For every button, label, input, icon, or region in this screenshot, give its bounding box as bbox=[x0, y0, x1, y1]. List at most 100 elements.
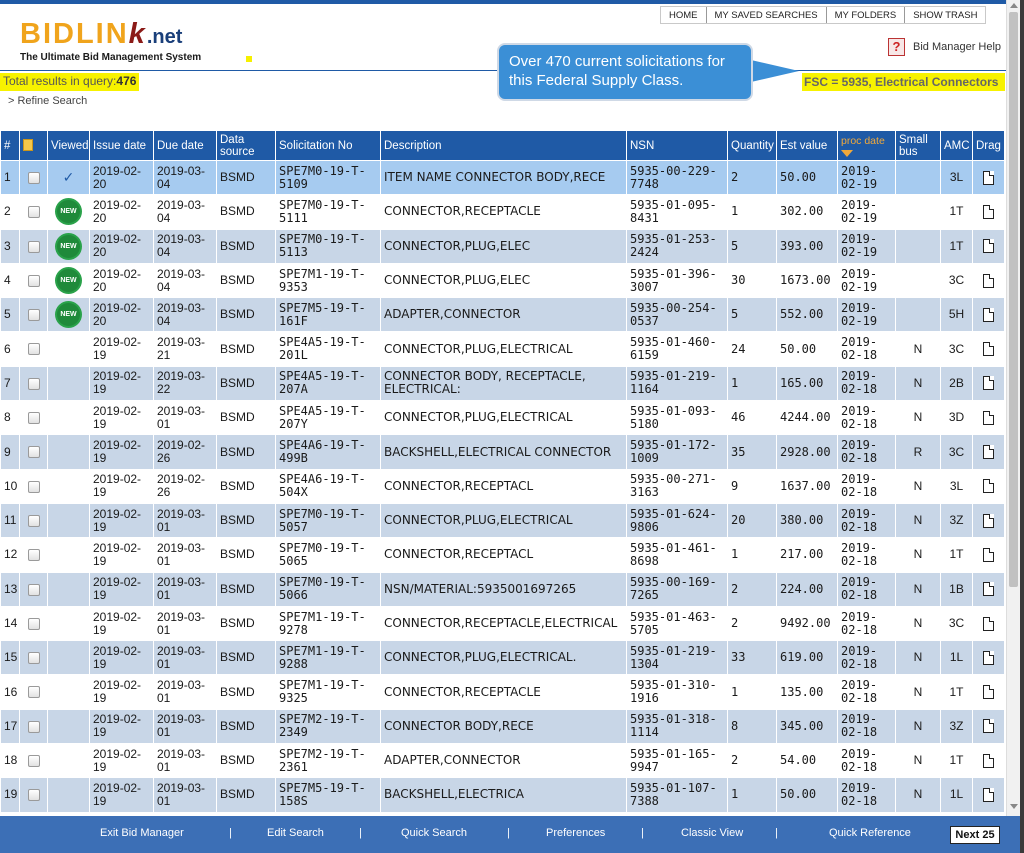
row-solicitation-no[interactable]: SPE7M1-19-T-9325 bbox=[275, 674, 381, 710]
row-checkbox[interactable] bbox=[27, 617, 40, 630]
row-checkbox[interactable] bbox=[27, 446, 40, 459]
drag-document-icon[interactable] bbox=[983, 685, 994, 700]
row-checkbox[interactable] bbox=[27, 343, 40, 356]
row-checkbox[interactable] bbox=[27, 720, 40, 733]
drag-document-icon[interactable] bbox=[983, 753, 994, 768]
drag-document-icon[interactable] bbox=[983, 582, 994, 597]
row-solicitation-no[interactable]: SPE4A6-19-T-499B bbox=[275, 434, 381, 470]
footer-preferences[interactable]: Preferences bbox=[546, 827, 605, 839]
nav-my-folders[interactable]: MY FOLDERS bbox=[827, 7, 906, 23]
row-checkbox[interactable] bbox=[27, 789, 40, 802]
row-solicitation-no[interactable]: SPE7M0-19-T-5066 bbox=[275, 571, 381, 607]
drag-document-icon[interactable] bbox=[983, 170, 994, 185]
row-solicitation-no[interactable]: SPE7M1-19-T-9353 bbox=[275, 262, 381, 299]
drag-document-icon[interactable] bbox=[983, 204, 994, 219]
row-checkbox[interactable] bbox=[27, 652, 40, 665]
row-checkbox[interactable] bbox=[27, 583, 40, 596]
row-checkbox[interactable] bbox=[27, 274, 40, 287]
row-solicitation-no[interactable]: SPE7M0-19-T-5109 bbox=[275, 159, 381, 196]
drag-document-icon[interactable] bbox=[983, 376, 994, 391]
row-checkbox[interactable] bbox=[27, 412, 40, 425]
drag-document-icon[interactable] bbox=[983, 719, 994, 734]
row-checkbox[interactable] bbox=[27, 377, 40, 390]
row-solicitation-no[interactable]: SPE4A5-19-T-207A bbox=[275, 365, 381, 402]
scroll-down-arrow-icon[interactable] bbox=[1010, 804, 1018, 809]
row-solicitation-no[interactable]: SPE7M5-19-T-161F bbox=[275, 297, 381, 333]
row-solicitation-no[interactable]: SPE7M1-19-T-9288 bbox=[275, 640, 381, 676]
drag-document-icon[interactable] bbox=[983, 650, 994, 665]
drag-document-icon[interactable] bbox=[983, 513, 994, 528]
table-row[interactable]: 16 2019-02-19 2019-03-01 BSMD SPE7M1-19-T-93… bbox=[0, 674, 1004, 710]
col-due-date[interactable]: Due date bbox=[153, 130, 217, 161]
col-nsn[interactable]: NSN bbox=[626, 130, 728, 161]
col-description[interactable]: Description bbox=[380, 130, 627, 161]
table-row[interactable]: 7 2019-02-19 2019-03-22 BSMD SPE4A5-19-T-207… bbox=[0, 365, 1004, 402]
drag-document-icon[interactable] bbox=[983, 547, 994, 562]
row-solicitation-no[interactable]: SPE4A6-19-T-504X bbox=[275, 468, 381, 504]
row-checkbox[interactable] bbox=[27, 171, 40, 184]
vertical-scrollbar[interactable] bbox=[1006, 0, 1020, 816]
help-link[interactable]: Bid Manager Help bbox=[913, 41, 1001, 53]
row-solicitation-no[interactable]: SPE7M0-19-T-5065 bbox=[275, 537, 381, 573]
footer-exit-bid-manager[interactable]: Exit Bid Manager bbox=[100, 827, 184, 839]
help-question-icon[interactable]: ? bbox=[888, 38, 905, 56]
row-solicitation-no[interactable]: SPE7M5-19-T-158S bbox=[275, 777, 381, 813]
table-row[interactable]: 11 2019-02-19 2019-03-01 BSMD SPE7M0-19-T-50… bbox=[0, 502, 1004, 539]
footer-quick-search[interactable]: Quick Search bbox=[401, 827, 467, 839]
col-proc-date[interactable]: proc date bbox=[837, 130, 896, 161]
table-row[interactable]: 15 2019-02-19 2019-03-01 BSMD SPE7M1-19-T-92… bbox=[0, 640, 1004, 676]
row-checkbox[interactable] bbox=[27, 206, 40, 219]
row-solicitation-no[interactable]: SPE7M1-19-T-9278 bbox=[275, 605, 381, 642]
table-row[interactable]: 6 2019-02-19 2019-03-21 BSMD SPE4A5-19-T-201… bbox=[0, 331, 1004, 367]
row-checkbox[interactable] bbox=[27, 686, 40, 699]
col-issue-date[interactable]: Issue date bbox=[89, 130, 154, 161]
drag-document-icon[interactable] bbox=[983, 787, 994, 802]
row-solicitation-no[interactable]: SPE7M0-19-T-5113 bbox=[275, 228, 381, 264]
footer-classic-view[interactable]: Classic View bbox=[681, 827, 743, 839]
table-row[interactable]: 19 2019-02-19 2019-03-01 BSMD SPE7M5-19-T-15… bbox=[0, 777, 1004, 813]
row-checkbox[interactable] bbox=[27, 309, 40, 322]
table-row[interactable]: 4 NEW 2019-02-20 2019-03-04 BSMD SPE7M1-19-T-… bbox=[0, 262, 1004, 299]
table-row[interactable]: 2 NEW 2019-02-20 2019-03-04 BSMD SPE7M0-19-T-… bbox=[0, 194, 1004, 230]
drag-document-icon[interactable] bbox=[983, 445, 994, 460]
drag-document-icon[interactable] bbox=[983, 616, 994, 631]
next-25-button[interactable]: Next 25 bbox=[950, 826, 1000, 844]
refine-search-link[interactable]: > Refine Search bbox=[8, 95, 87, 107]
footer-quick-reference[interactable]: Quick Reference bbox=[829, 827, 911, 839]
row-checkbox[interactable] bbox=[27, 514, 40, 527]
nav-home[interactable]: HOME bbox=[661, 7, 707, 23]
drag-document-icon[interactable] bbox=[983, 410, 994, 425]
bidlink-logo[interactable]: BIDLINk.net The Ultimate Bid Management … bbox=[20, 20, 201, 64]
footer-edit-search[interactable]: Edit Search bbox=[267, 827, 324, 839]
drag-document-icon[interactable] bbox=[983, 307, 994, 322]
table-row[interactable]: 3 NEW 2019-02-20 2019-03-04 BSMD SPE7M0-19-T-… bbox=[0, 228, 1004, 264]
nav-my-saved-searches[interactable]: MY SAVED SEARCHES bbox=[707, 7, 827, 23]
drag-document-icon[interactable] bbox=[983, 273, 994, 288]
row-solicitation-no[interactable]: SPE4A5-19-T-201L bbox=[275, 331, 381, 367]
col-small-bus[interactable]: Small bus bbox=[895, 130, 941, 161]
nav-show-trash[interactable]: SHOW TRASH bbox=[905, 7, 985, 23]
scroll-thumb[interactable] bbox=[1009, 12, 1018, 587]
table-row[interactable]: 17 2019-02-19 2019-03-01 BSMD SPE7M2-19-T-23… bbox=[0, 708, 1004, 745]
table-row[interactable]: 5 NEW 2019-02-20 2019-03-04 BSMD SPE7M5-19-T-… bbox=[0, 297, 1004, 333]
row-checkbox[interactable] bbox=[27, 755, 40, 768]
table-row[interactable]: 18 2019-02-19 2019-03-01 BSMD SPE7M2-19-T-23… bbox=[0, 743, 1004, 779]
col-number[interactable]: # bbox=[0, 130, 20, 161]
table-row[interactable]: 1 ✓ 2019-02-20 2019-03-04 BSMD SPE7M0-19-T-51… bbox=[0, 159, 1004, 196]
row-solicitation-no[interactable]: SPE7M0-19-T-5057 bbox=[275, 502, 381, 539]
row-checkbox[interactable] bbox=[27, 480, 40, 493]
table-row[interactable]: 8 2019-02-19 2019-03-01 BSMD SPE4A5-19-T-207… bbox=[0, 400, 1004, 436]
table-row[interactable]: 14 2019-02-19 2019-03-01 BSMD SPE7M1-19-T-92… bbox=[0, 605, 1004, 642]
bid-manager-help[interactable]: ? Bid Manager Help bbox=[888, 38, 1001, 56]
table-row[interactable]: 13 2019-02-19 2019-03-01 BSMD SPE7M0-19-T-50… bbox=[0, 571, 1004, 607]
drag-document-icon[interactable] bbox=[983, 479, 994, 494]
col-solicitation-no[interactable]: Solicitation No bbox=[275, 130, 381, 161]
row-solicitation-no[interactable]: SPE4A5-19-T-207Y bbox=[275, 400, 381, 436]
scroll-up-arrow-icon[interactable] bbox=[1010, 3, 1018, 8]
table-row[interactable]: 12 2019-02-19 2019-03-01 BSMD SPE7M0-19-T-50… bbox=[0, 537, 1004, 573]
table-row[interactable]: 9 2019-02-19 2019-02-26 BSMD SPE4A6-19-T-499… bbox=[0, 434, 1004, 470]
row-checkbox[interactable] bbox=[27, 549, 40, 562]
drag-document-icon[interactable] bbox=[983, 342, 994, 357]
col-amc[interactable]: AMC bbox=[940, 130, 973, 161]
col-est-value[interactable]: Est value bbox=[776, 130, 838, 161]
